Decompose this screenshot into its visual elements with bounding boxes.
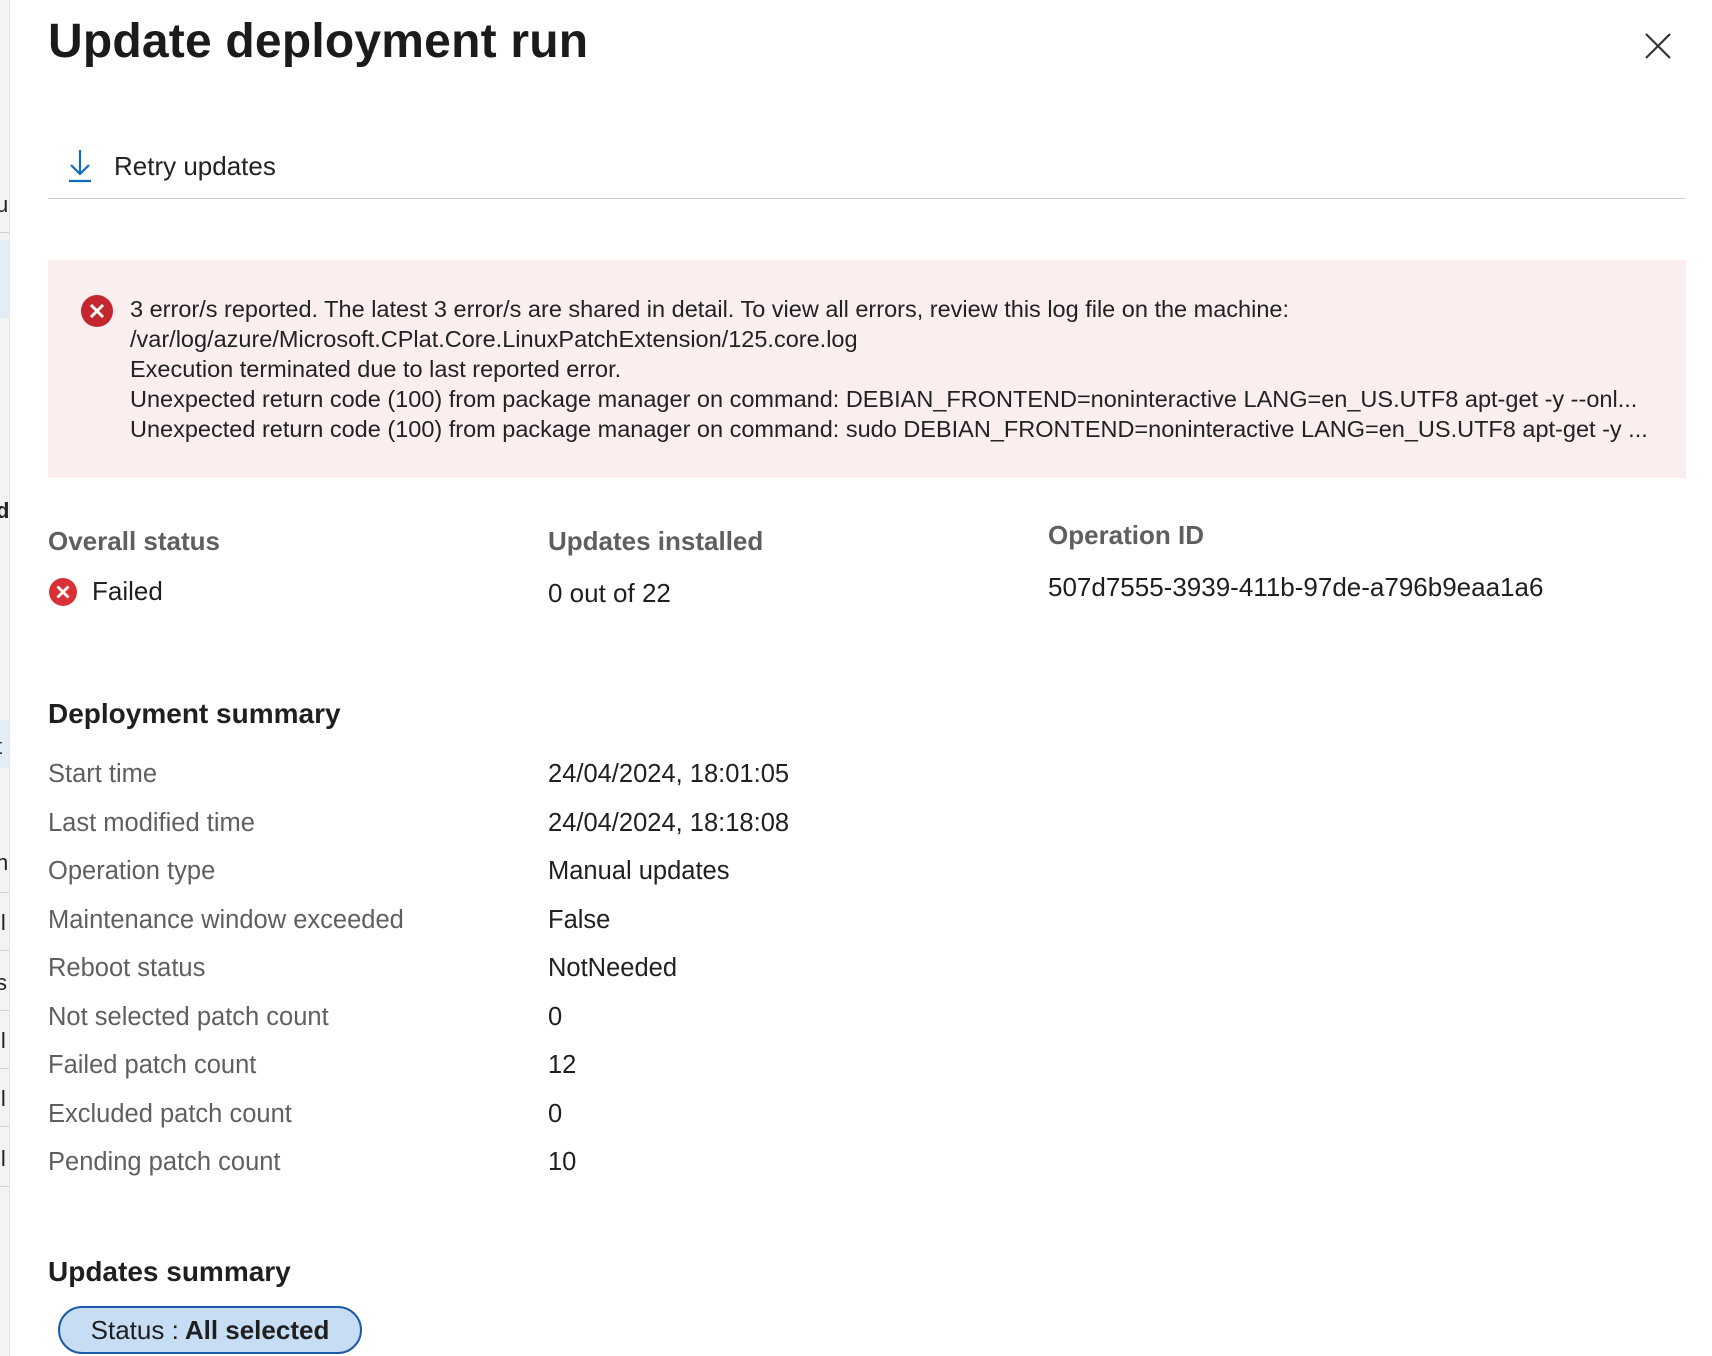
summary-value: 10 bbox=[548, 1148, 577, 1176]
deployment-summary-table: Start time 24/04/2024, 18:01:05 Last mod… bbox=[48, 760, 1048, 1197]
background-divider bbox=[0, 232, 9, 233]
page: u d t n ll s ll ll ll Update deployment … bbox=[0, 0, 1712, 1356]
summary-value: 0 bbox=[548, 1099, 563, 1128]
background-divider bbox=[0, 1186, 9, 1187]
summary-key: Not selected patch count bbox=[48, 1002, 329, 1031]
error-line: Unexpected return code (100) from packag… bbox=[130, 416, 1648, 442]
summary-key: Maintenance window exceeded bbox=[48, 905, 404, 934]
error-text: 3 error/s reported. The latest 3 error/s… bbox=[130, 294, 1670, 444]
deployment-summary-title: Deployment summary bbox=[48, 698, 341, 729]
download-arrow-icon bbox=[69, 150, 91, 183]
summary-row: Excluded patch count 0 bbox=[48, 1100, 1048, 1149]
summary-key: Reboot status bbox=[48, 954, 206, 982]
close-button[interactable] bbox=[1638, 26, 1678, 66]
overall-status-label: Overall status bbox=[48, 526, 220, 556]
error-line: Unexpected return code (100) from packag… bbox=[130, 386, 1638, 412]
summary-key: Excluded patch count bbox=[48, 1099, 292, 1128]
background-divider bbox=[0, 1068, 9, 1069]
summary-row: Start time 24/04/2024, 18:01:05 bbox=[48, 760, 1048, 809]
background-selection bbox=[0, 240, 9, 318]
command-bar: Retry updates bbox=[48, 128, 1686, 199]
summary-value: False bbox=[548, 905, 611, 934]
error-circle-icon bbox=[81, 295, 113, 327]
status-filter-pill[interactable]: Status : All selected bbox=[58, 1306, 362, 1354]
summary-row: Last modified time 24/04/2024, 18:18:08 bbox=[48, 809, 1048, 858]
background-fragment: u bbox=[0, 192, 8, 218]
updates-summary-title: Updates summary bbox=[48, 1256, 291, 1287]
background-fragment: ll bbox=[0, 1086, 6, 1111]
failed-status-icon bbox=[49, 577, 77, 606]
summary-key: Start time bbox=[48, 760, 158, 788]
summary-row: Not selected patch count 0 bbox=[48, 1003, 1048, 1052]
summary-value: Manual updates bbox=[548, 857, 730, 885]
summary-row: Reboot status NotNeeded bbox=[48, 954, 1048, 1003]
close-icon bbox=[1645, 33, 1671, 59]
error-line: 3 error/s reported. The latest 3 error/s… bbox=[130, 296, 1290, 322]
status-filter-value: All selected bbox=[184, 1314, 330, 1345]
summary-row: Operation type Manual updates bbox=[48, 857, 1048, 906]
background-fragment: s bbox=[0, 970, 7, 996]
background-divider bbox=[0, 1126, 9, 1127]
background-fragment: ll bbox=[0, 1146, 6, 1171]
overall-status-value: Failed bbox=[48, 576, 163, 607]
operation-id-value: 507d7555-3939-411b-97de-a796b9eaa1a6 bbox=[1048, 572, 1544, 602]
error-log-path: /var/log/azure/Microsoft.CPlat.Core.Linu… bbox=[130, 326, 858, 352]
summary-row: Pending patch count 10 bbox=[48, 1148, 1048, 1197]
status-filter-prefix: Status : bbox=[90, 1314, 179, 1345]
background-divider bbox=[0, 892, 9, 893]
summary-value: 0 bbox=[548, 1002, 563, 1031]
overall-status-text: Failed bbox=[92, 576, 163, 606]
background-fragment: d bbox=[0, 498, 9, 524]
background-fragment: n bbox=[0, 850, 8, 876]
summary-value: 24/04/2024, 18:01:05 bbox=[548, 760, 790, 788]
background-divider bbox=[0, 1010, 9, 1011]
updates-installed-value: 0 out of 22 bbox=[548, 578, 671, 608]
summary-key: Last modified time bbox=[48, 808, 255, 837]
error-line: Execution terminated due to last reporte… bbox=[130, 356, 622, 382]
summary-key: Pending patch count bbox=[48, 1148, 281, 1176]
summary-value: 12 bbox=[548, 1051, 577, 1079]
summary-key: Operation type bbox=[48, 857, 216, 885]
summary-value: 24/04/2024, 18:18:08 bbox=[548, 808, 790, 837]
page-title: Update deployment run bbox=[48, 15, 589, 68]
background-fragment: ll bbox=[0, 1028, 6, 1053]
retry-updates-button[interactable]: Retry updates bbox=[66, 146, 276, 186]
operation-id-label: Operation ID bbox=[1048, 520, 1205, 550]
background-blade-strip: u d t n ll s ll ll ll bbox=[0, 0, 10, 1356]
error-message-bar: 3 error/s reported. The latest 3 error/s… bbox=[48, 260, 1686, 478]
background-divider bbox=[0, 950, 9, 951]
summary-value: NotNeeded bbox=[548, 954, 678, 982]
retry-updates-label: Retry updates bbox=[114, 150, 276, 181]
summary-row: Maintenance window exceeded False bbox=[48, 906, 1048, 955]
background-fragment: t bbox=[0, 734, 2, 760]
background-fragment: ll bbox=[0, 910, 6, 935]
status-overview: Overall status Failed Updates installed … bbox=[48, 520, 1678, 640]
summary-key: Failed patch count bbox=[48, 1051, 257, 1079]
updates-installed-label: Updates installed bbox=[548, 526, 764, 556]
summary-row: Failed patch count 12 bbox=[48, 1051, 1048, 1100]
